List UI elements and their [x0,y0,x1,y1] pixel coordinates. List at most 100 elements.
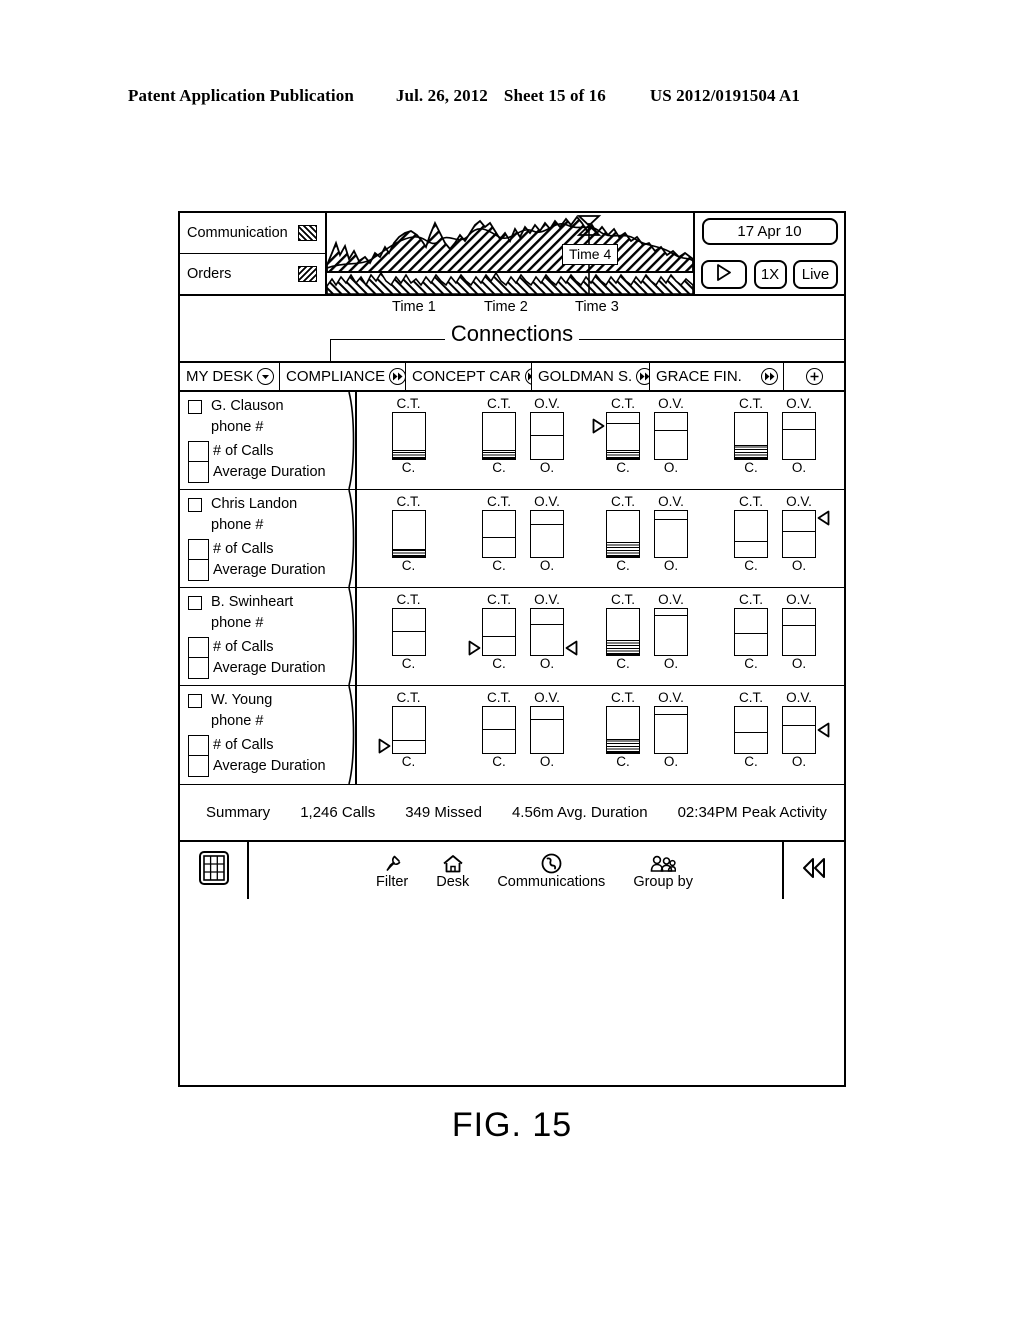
bar-unit[interactable]: C.T. C. [391,396,427,476]
cell-group[interactable]: C.T. C. O.V. O. [586,392,708,489]
cell-group[interactable]: C.T. C. O.V. O. [460,686,586,784]
bar-unit[interactable]: O.V. O. [653,396,689,476]
metric-swatch-calls [188,637,209,658]
table-row[interactable]: G. Clauson phone # # of Calls Average Durat… [180,392,844,490]
desk-button[interactable]: Desk [436,852,469,890]
bar-unit[interactable]: C.T. C. [468,592,517,672]
bar-top-caption: C.T. [396,494,421,509]
bar-unit[interactable]: C.T. C. [605,592,641,672]
fast-forward-icon[interactable] [761,368,778,385]
bar-unit[interactable]: O.V. O. [781,396,817,476]
bar-unit[interactable]: C.T. C. [605,690,641,770]
bar-unit[interactable]: C.T. C. [481,396,517,476]
bar-graphic [734,608,768,656]
time-marker-label[interactable]: Time 4 [562,244,619,265]
cell-group[interactable]: C.T. C. O.V. O. [586,588,708,685]
legend-swatch-orders [298,266,317,282]
column-header-grace-fin[interactable]: GRACE FIN. [650,363,784,390]
bar-unit[interactable]: C.T. C. [605,494,641,574]
cell-group[interactable]: C.T. C. O.V. O. [460,588,586,685]
table-row[interactable]: W. Young phone # # of Calls Average Duratio… [180,686,844,784]
chevron-down-icon[interactable] [257,368,275,385]
legend-label-orders: Orders [187,266,232,282]
filter-button[interactable]: Filter [376,852,408,890]
grid-view-button[interactable] [180,842,249,899]
bar-segment-divider [483,729,515,730]
cell-group[interactable]: C.T. C. O.V. O. [586,490,708,587]
playback-rate-button[interactable]: 1X [753,260,787,289]
cell-group[interactable]: C.T. C. [357,490,460,587]
cell-group[interactable]: C.T. C. [357,588,460,685]
add-column-button[interactable] [784,363,844,390]
cell-group[interactable]: C.T. C. O.V. O. [460,392,586,489]
bar-unit[interactable]: O.V. O. [529,592,578,672]
orders-area [327,271,693,294]
bar-bottom-caption: O. [663,754,679,769]
row-checkbox[interactable] [188,400,202,414]
play-button[interactable] [701,260,747,289]
row-checkbox[interactable] [188,596,202,610]
legend-item-orders[interactable]: Orders [180,254,325,294]
bar-unit[interactable]: C.T. C. [481,494,517,574]
bar-unit[interactable]: O.V. O. [781,592,817,672]
bar-unit[interactable]: O.V. O. [653,690,689,770]
row-name-line: Chris Landon [188,496,355,517]
bar-unit[interactable]: C.T. C. [733,592,769,672]
bar-unit[interactable]: C.T. C. [378,690,427,770]
metric-swatches [188,539,209,581]
bar-unit[interactable]: O.V. O. [781,690,830,770]
cell-group[interactable]: C.T. C. O.V. O. [708,490,842,587]
bar-unit[interactable]: O.V. O. [529,494,565,574]
bar-unit[interactable]: C.T. C. [481,690,517,770]
cell-group[interactable]: C.T. C. O.V. O. [708,686,842,784]
legend-item-communication[interactable]: Communication [180,213,325,254]
bar-unit[interactable]: O.V. O. [653,592,689,672]
bar-unit[interactable]: O.V. O. [529,690,565,770]
cell-group[interactable]: C.T. C. O.V. O. [460,490,586,587]
live-button[interactable]: Live [793,260,838,289]
column-header-row: MY DESK COMPLIANCE CONCEPT CAR GOLDMAN S… [180,363,844,392]
publication-date: Jul. 26, 2012 [395,86,488,105]
column-header-my-desk[interactable]: MY DESK [180,363,280,390]
timeline-graph[interactable]: Time 4 [327,213,695,294]
row-checkbox[interactable] [188,498,202,512]
metric-swatch-duration [188,560,209,581]
bar-top-caption: C.T. [610,592,635,607]
column-header-concept-car[interactable]: CONCEPT CAR [406,363,542,390]
cell-group[interactable]: C.T. C. O.V. O. [708,588,842,685]
bar-unit[interactable]: C.T. C. [733,690,769,770]
add-icon[interactable] [805,368,823,385]
right-triangle-marker [592,418,605,434]
bar-segment-divider [655,615,687,617]
bar-graphic [782,706,816,754]
playback-controls: 17 Apr 10 1X Live [695,213,844,294]
bar-unit[interactable]: C.T. C. [733,494,769,574]
table-row[interactable]: Chris Landon phone # # of Calls Average Dur… [180,490,844,588]
bar-bottom-caption: C. [401,558,416,573]
bar-unit[interactable]: C.T. C. [391,494,427,574]
column-label-concept-car: CONCEPT CAR [412,368,521,385]
bar-unit[interactable]: O.V. O. [529,396,565,476]
column-header-goldman-s[interactable]: GOLDMAN S. [532,363,654,390]
communications-button[interactable]: Communications [497,852,605,890]
cell-group[interactable]: C.T. C. [357,686,460,784]
cell-group[interactable]: C.T. C. [357,392,460,489]
bar-unit[interactable]: C.T. C. [391,592,427,672]
group-by-button[interactable]: Group by [633,852,693,890]
bar-unit[interactable]: O.V. O. [781,494,830,574]
row-name-line: W. Young [188,692,355,713]
fast-forward-icon[interactable] [389,368,407,385]
bar-top-caption: C.T. [486,592,511,607]
column-header-compliance[interactable]: COMPLIANCE [280,363,407,390]
collapse-button[interactable] [782,842,844,899]
bar-graphic [734,510,768,558]
date-display[interactable]: 17 Apr 10 [701,218,838,245]
bar-unit[interactable]: C.T. C. [592,396,641,476]
bar-bottom-caption: C. [744,558,758,573]
bar-unit[interactable]: O.V. O. [653,494,689,574]
row-checkbox[interactable] [188,694,202,708]
cell-group[interactable]: C.T. C. O.V. O. [708,392,842,489]
table-row[interactable]: B. Swinheart phone # # of Calls Average Dur… [180,588,844,686]
bar-unit[interactable]: C.T. C. [733,396,769,476]
cell-group[interactable]: C.T. C. O.V. O. [586,686,708,784]
